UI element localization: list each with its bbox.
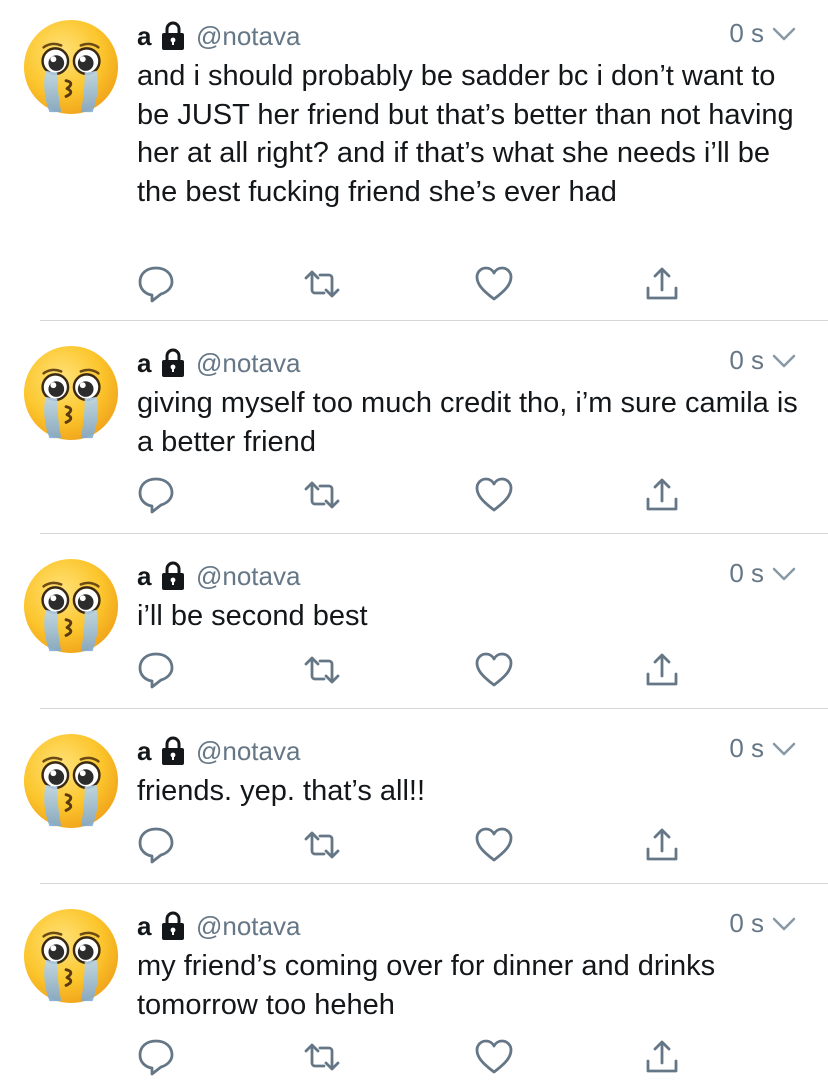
share-icon	[642, 475, 682, 515]
retweet-button[interactable]	[302, 1037, 342, 1077]
tweet-header: a @notava 0 s	[137, 345, 798, 381]
retweet-icon	[302, 1037, 342, 1077]
display-name[interactable]: a	[137, 348, 152, 379]
share-button[interactable]	[642, 475, 682, 515]
display-name[interactable]: a	[137, 911, 152, 942]
heart-icon	[474, 475, 514, 515]
avatar[interactable]	[22, 18, 120, 116]
user-handle[interactable]: @notava	[196, 911, 300, 942]
heart-icon	[474, 825, 514, 865]
reply-button[interactable]	[136, 264, 176, 304]
timestamp: 0 s	[729, 733, 764, 763]
divider	[40, 320, 828, 321]
user-handle[interactable]: @notava	[196, 21, 300, 52]
tweet-header: a @notava 0 s	[137, 733, 798, 769]
crying-face-emoji-avatar	[22, 732, 120, 830]
divider	[40, 708, 828, 709]
heart-icon	[474, 1037, 514, 1077]
tweet-header: a @notava 0 s	[137, 908, 798, 944]
retweet-icon	[302, 650, 342, 690]
user-handle[interactable]: @notava	[196, 561, 300, 592]
like-button[interactable]	[474, 1037, 514, 1077]
like-button[interactable]	[474, 475, 514, 515]
share-button[interactable]	[642, 1037, 682, 1077]
share-button[interactable]	[642, 825, 682, 865]
share-icon	[642, 264, 682, 304]
like-button[interactable]	[474, 825, 514, 865]
chevron-down-icon[interactable]	[770, 562, 798, 586]
share-button[interactable]	[642, 650, 682, 690]
timestamp: 0 s	[729, 908, 764, 938]
retweet-icon	[302, 264, 342, 304]
reply-button[interactable]	[136, 825, 176, 865]
reply-icon	[136, 264, 176, 304]
lock-icon	[160, 736, 186, 766]
display-name[interactable]: a	[137, 736, 152, 767]
chevron-down-icon[interactable]	[770, 912, 798, 936]
retweet-button[interactable]	[302, 264, 342, 304]
divider	[40, 883, 828, 884]
share-button[interactable]	[642, 264, 682, 304]
avatar[interactable]	[22, 557, 120, 655]
tweet-text: and i should probably be sadder bc i don…	[137, 60, 802, 208]
lock-icon	[160, 911, 186, 941]
reply-icon	[136, 1037, 176, 1077]
retweet-button[interactable]	[302, 825, 342, 865]
timestamp: 0 s	[729, 18, 764, 48]
tweet-header: a @notava 0 s	[137, 18, 798, 54]
lock-icon	[160, 348, 186, 378]
lock-icon	[160, 561, 186, 591]
like-button[interactable]	[474, 264, 514, 304]
like-button[interactable]	[474, 650, 514, 690]
chevron-down-icon[interactable]	[770, 349, 798, 373]
timestamp: 0 s	[729, 345, 764, 375]
reply-icon	[136, 475, 176, 515]
reply-button[interactable]	[136, 1037, 176, 1077]
retweet-button[interactable]	[302, 650, 342, 690]
divider	[40, 533, 828, 534]
tweet-text: i’ll be second best	[137, 600, 368, 632]
retweet-icon	[302, 475, 342, 515]
display-name[interactable]: a	[137, 21, 152, 52]
tweet-text: giving myself too much credit tho, i’m s…	[137, 387, 806, 458]
share-icon	[642, 650, 682, 690]
crying-face-emoji-avatar	[22, 18, 120, 116]
reply-icon	[136, 825, 176, 865]
tweet-header: a @notava 0 s	[137, 558, 798, 594]
timestamp: 0 s	[729, 558, 764, 588]
user-handle[interactable]: @notava	[196, 736, 300, 767]
heart-icon	[474, 264, 514, 304]
reply-button[interactable]	[136, 650, 176, 690]
share-icon	[642, 1037, 682, 1077]
display-name[interactable]: a	[137, 561, 152, 592]
avatar[interactable]	[22, 344, 120, 442]
tweet-text: friends. yep. that’s all!!	[137, 775, 426, 807]
lock-icon	[160, 21, 186, 51]
crying-face-emoji-avatar	[22, 907, 120, 1005]
chevron-down-icon[interactable]	[770, 22, 798, 46]
crying-face-emoji-avatar	[22, 344, 120, 442]
user-handle[interactable]: @notava	[196, 348, 300, 379]
avatar[interactable]	[22, 732, 120, 830]
reply-button[interactable]	[136, 475, 176, 515]
retweet-icon	[302, 825, 342, 865]
share-icon	[642, 825, 682, 865]
chevron-down-icon[interactable]	[770, 737, 798, 761]
avatar[interactable]	[22, 907, 120, 1005]
tweet-text: my friend’s coming over for dinner and d…	[137, 950, 724, 1021]
retweet-button[interactable]	[302, 475, 342, 515]
heart-icon	[474, 650, 514, 690]
reply-icon	[136, 650, 176, 690]
crying-face-emoji-avatar	[22, 557, 120, 655]
